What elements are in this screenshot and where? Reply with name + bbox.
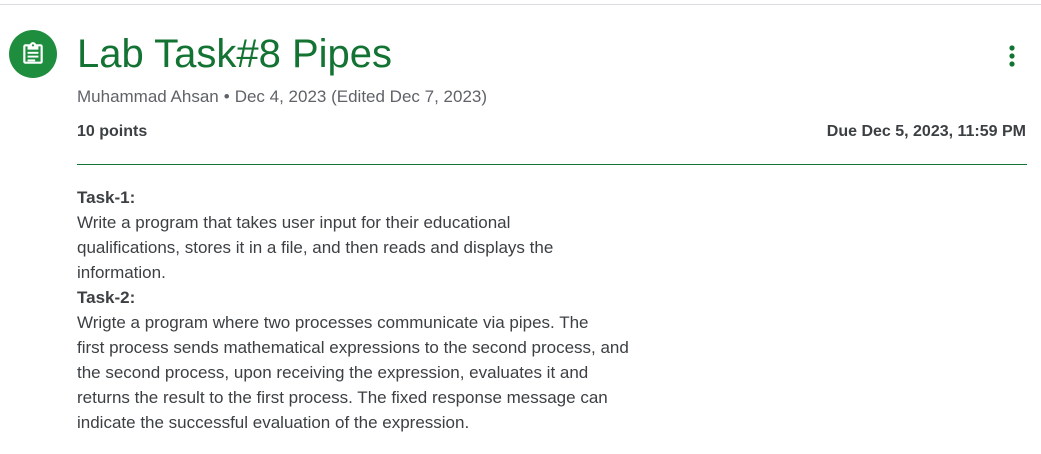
task-2-line: the second process, upon receiving the e… xyxy=(77,363,589,382)
author-name: Muhammad Ahsan xyxy=(77,87,219,106)
task-2-line: indicate the successful evaluation of th… xyxy=(77,413,470,432)
task-2-line: returns the result to the first process.… xyxy=(77,388,608,407)
assignment-description: Task-1: Write a program that takes user … xyxy=(77,185,677,435)
posted-date: Dec 4, 2023 (Edited Dec 7, 2023) xyxy=(234,87,488,106)
assignment-meta: Muhammad Ahsan • Dec 4, 2023 (Edited Dec 7… xyxy=(77,86,487,108)
task-2-line: Wrigte a program where two processes com… xyxy=(77,313,589,332)
meta-separator: • xyxy=(223,87,230,106)
points-label: 10 points xyxy=(77,123,148,140)
header-divider xyxy=(77,164,1027,165)
task-2-line: first process sends mathematical express… xyxy=(77,338,629,357)
top-divider xyxy=(0,4,1041,5)
assignment-title: Lab Task#8 Pipes xyxy=(77,32,393,76)
clipboard-icon xyxy=(23,42,43,64)
task-1-line: Write a program that takes user input fo… xyxy=(77,213,511,232)
more-options-button[interactable] xyxy=(996,36,1028,76)
task-1-heading: Task-1: xyxy=(77,188,136,207)
more-vert-icon xyxy=(1009,45,1015,67)
assignment-icon xyxy=(9,30,57,78)
task-1-line: qualifications, stores it in a file, and… xyxy=(77,238,554,257)
task-2-heading: Task-2: xyxy=(77,288,136,307)
due-date: Due Dec 5, 2023, 11:59 PM xyxy=(826,123,1026,140)
task-1-line: information. xyxy=(77,263,166,282)
